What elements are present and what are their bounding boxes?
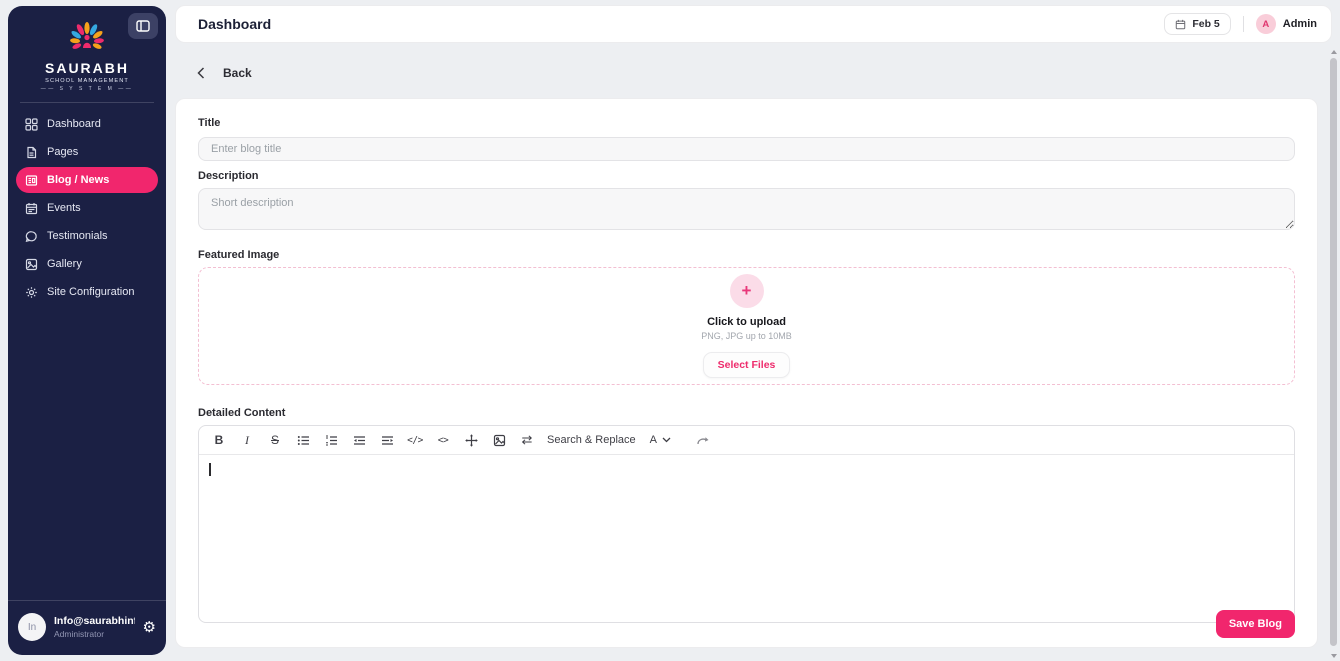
title-label: Title (198, 117, 221, 129)
gear-icon (24, 285, 38, 299)
move-icon (464, 433, 478, 447)
image-icon (493, 434, 505, 446)
topbar-right: Feb 5 A Admin (1164, 13, 1317, 35)
move-button[interactable] (459, 429, 483, 451)
brand-name: SAURABH (45, 60, 129, 76)
sidebar-header: SAURABH SCHOOL MANAGEMENT —— S Y S T E M… (8, 6, 166, 103)
strikethrough-button[interactable]: S (263, 429, 287, 451)
sidebar-item-gallery[interactable]: Gallery (16, 251, 158, 277)
outdent-icon (353, 435, 365, 445)
page-scrollbar[interactable] (1330, 50, 1337, 658)
sidebar-item-label: Blog / News (47, 174, 110, 186)
swap-arrows-button[interactable]: ⇄ (515, 429, 539, 451)
redo-icon (697, 437, 709, 445)
calendar-icon (1176, 19, 1186, 29)
user-info: Info@saurabhinfosys.c... Administrator (54, 615, 135, 639)
scrollbar-down-arrow-icon[interactable] (1331, 654, 1337, 658)
sidebar-item-blog-news[interactable]: Blog / News (16, 167, 158, 193)
topbar-divider (1242, 16, 1244, 32)
sidebar-footer: In Info@saurabhinfosys.c... Administrato… (8, 600, 166, 655)
chevron-left-icon (197, 67, 205, 79)
gallery-icon (24, 257, 38, 271)
indent-icon (381, 435, 393, 445)
upload-hint-text: PNG, JPG up to 10MB (701, 331, 792, 341)
brand-logo-icon (70, 22, 104, 49)
blog-form-card: Title Description Featured Image + Click… (175, 98, 1318, 648)
back-button[interactable]: Back (197, 66, 252, 80)
insert-image-button[interactable] (487, 429, 511, 451)
sidebar-item-site-configuration[interactable]: Site Configuration (16, 279, 158, 305)
brand-tagline: SCHOOL MANAGEMENT (45, 78, 129, 84)
admin-menu[interactable]: A Admin (1255, 14, 1317, 34)
bold-button[interactable]: B (207, 429, 231, 451)
code-block-button[interactable]: </> (403, 429, 427, 451)
chevron-down-icon (662, 437, 671, 443)
sidebar-item-label: Testimonials (47, 230, 108, 242)
detailed-content-label: Detailed Content (198, 407, 286, 419)
text-cursor (209, 463, 211, 476)
sidebar-item-testimonials[interactable]: Testimonials (16, 223, 158, 249)
date-chip[interactable]: Feb 5 (1164, 13, 1231, 35)
page-title: Dashboard (198, 16, 272, 32)
font-dropdown[interactable]: A (644, 434, 677, 446)
title-input[interactable] (198, 137, 1295, 161)
sidebar-divider (20, 102, 154, 103)
bullet-list-icon (297, 435, 309, 445)
news-icon (24, 173, 38, 187)
app-stage: SAURABH SCHOOL MANAGEMENT —— S Y S T E M… (0, 0, 1340, 661)
scrollbar-thumb[interactable] (1330, 58, 1337, 646)
sidebar-nav: Dashboard Pages Blog / News Events Testi… (8, 103, 166, 600)
settings-gear-icon[interactable]: ⚙ (143, 620, 156, 635)
italic-button[interactable]: I (235, 429, 259, 451)
calendar-icon (24, 201, 38, 215)
chat-bubble-icon (24, 229, 38, 243)
scrollbar-up-arrow-icon[interactable] (1331, 50, 1337, 54)
topbar: Dashboard Feb 5 A Admin (175, 5, 1332, 43)
select-files-button[interactable]: Select Files (702, 352, 791, 378)
sidebar-collapse-button[interactable] (128, 13, 158, 39)
font-dropdown-label: A (649, 434, 658, 446)
indent-button[interactable] (375, 429, 399, 451)
save-blog-button[interactable]: Save Blog (1215, 610, 1295, 638)
ordered-list-icon (325, 435, 337, 445)
sidebar-item-dashboard[interactable]: Dashboard (16, 111, 158, 137)
description-label: Description (198, 170, 259, 182)
sidebar-toggle-icon (136, 20, 150, 32)
admin-avatar: A (1255, 14, 1276, 34)
sidebar-item-pages[interactable]: Pages (16, 139, 158, 165)
sidebar-item-label: Dashboard (47, 118, 101, 130)
user-role: Administrator (54, 629, 105, 639)
description-textarea[interactable] (198, 188, 1295, 230)
editor-toolbar: B I S </> <> ⇄ Search & Replace A (199, 426, 1294, 455)
sidebar-item-label: Site Configuration (47, 286, 135, 298)
sidebar-item-label: Events (47, 202, 81, 214)
rich-text-editor: B I S </> <> ⇄ Search & Replace A (198, 425, 1295, 623)
outdent-button[interactable] (347, 429, 371, 451)
sidebar-item-label: Gallery (47, 258, 82, 270)
inline-code-button[interactable]: <> (431, 429, 455, 451)
featured-image-dropzone[interactable]: + Click to upload PNG, JPG up to 10MB Se… (198, 267, 1295, 385)
search-replace-button[interactable]: Search & Replace (543, 434, 640, 446)
back-label: Back (223, 66, 252, 80)
admin-name: Admin (1282, 18, 1317, 30)
user-email: Info@saurabhinfosys.c... (54, 615, 135, 627)
dashboard-grid-icon (24, 117, 38, 131)
redo-button[interactable] (691, 429, 715, 451)
editor-content-area[interactable] (199, 455, 1294, 622)
sidebar-item-label: Pages (47, 146, 79, 158)
upload-click-text: Click to upload (707, 316, 786, 328)
ordered-list-button[interactable] (319, 429, 343, 451)
upload-plus-icon[interactable]: + (729, 274, 764, 308)
user-avatar: In (18, 613, 46, 641)
sidebar: SAURABH SCHOOL MANAGEMENT —— S Y S T E M… (8, 6, 166, 655)
bullet-list-button[interactable] (291, 429, 315, 451)
brand-system: —— S Y S T E M —— (40, 86, 134, 92)
featured-image-label: Featured Image (198, 249, 280, 261)
page-icon (24, 145, 38, 159)
sidebar-item-events[interactable]: Events (16, 195, 158, 221)
date-chip-label: Feb 5 (1192, 18, 1220, 30)
